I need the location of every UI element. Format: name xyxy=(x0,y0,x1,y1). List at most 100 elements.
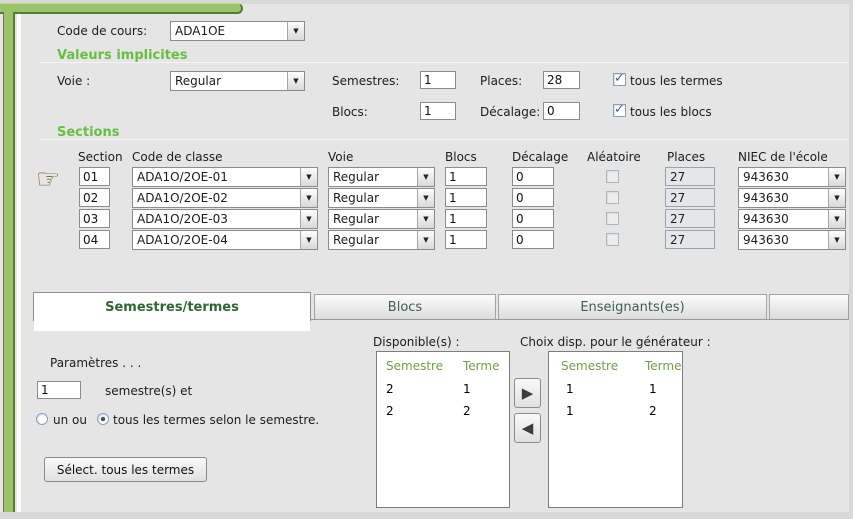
class-code-dropdown[interactable]: ADA1O/2OE-02▼ xyxy=(132,188,318,208)
row-aleatoire-checkbox[interactable] xyxy=(606,191,619,204)
tab-stub[interactable] xyxy=(769,294,849,319)
move-left-button[interactable]: ◀ xyxy=(514,413,541,443)
blocs-input[interactable] xyxy=(420,102,456,120)
list-item[interactable]: 2 xyxy=(386,404,394,418)
class-code-dropdown[interactable]: ADA1O/2OE-03▼ xyxy=(132,209,318,229)
row-aleatoire-checkbox[interactable] xyxy=(606,212,619,225)
chevron-down-icon[interactable]: ▼ xyxy=(300,210,317,228)
available-list[interactable]: Semestre Terme 2 1 2 2 xyxy=(376,351,510,508)
available-col-terme: Terme xyxy=(463,359,499,373)
chevron-down-icon[interactable]: ▼ xyxy=(287,72,304,90)
voie-value: Regular xyxy=(171,74,287,88)
row-blocs-input[interactable] xyxy=(445,188,487,207)
section-number-input[interactable] xyxy=(79,167,110,186)
current-row-pointer-icon: ☞ xyxy=(36,166,60,193)
chevron-down-icon[interactable]: ▼ xyxy=(417,189,434,207)
section-number-input[interactable] xyxy=(79,230,110,249)
row-decalage-input[interactable] xyxy=(512,230,554,249)
available-list-label: Disponible(s) : xyxy=(373,335,460,349)
list-item[interactable]: 2 xyxy=(649,404,657,418)
class-code-dropdown[interactable]: ADA1O/2OE-04▼ xyxy=(132,230,318,250)
col-header-section: Section xyxy=(78,150,123,164)
blocs-label: Blocs: xyxy=(332,105,368,119)
tab-blocs[interactable]: Blocs xyxy=(314,294,496,319)
row-aleatoire-checkbox[interactable] xyxy=(606,170,619,183)
tab-enseignants[interactable]: Enseignants(es) xyxy=(498,294,767,319)
radio-tous-les-termes[interactable] xyxy=(97,413,109,425)
row-voie-dropdown[interactable]: Regular▼ xyxy=(328,167,435,187)
list-item[interactable]: 1 xyxy=(649,382,657,396)
radio-un-ou-label[interactable]: un ou xyxy=(53,413,87,427)
col-header-code: Code de classe xyxy=(132,150,223,164)
col-header-places: Places xyxy=(667,150,705,164)
defaults-section-title: Valeurs implicites xyxy=(57,48,187,63)
select-all-terms-button[interactable]: Sélect. tous les termes xyxy=(44,457,207,482)
radio-un-ou[interactable] xyxy=(36,413,48,425)
tab-semestres-termes[interactable]: Semestres/termes xyxy=(33,292,311,321)
row-voie-dropdown[interactable]: Regular▼ xyxy=(328,230,435,250)
row-niec-dropdown[interactable]: 943630▼ xyxy=(738,188,846,208)
chevron-down-icon[interactable]: ▼ xyxy=(417,168,434,186)
class-code-value: ADA1O/2OE-03 xyxy=(133,212,300,226)
row-places-readonly: 27 xyxy=(665,230,715,249)
list-item[interactable]: 1 xyxy=(463,382,471,396)
chevron-down-icon[interactable]: ▼ xyxy=(828,168,845,186)
list-item[interactable]: 1 xyxy=(566,404,574,418)
tous-les-termes-label: tous les termes xyxy=(630,74,723,88)
chevron-down-icon[interactable]: ▼ xyxy=(300,231,317,249)
list-item[interactable]: 1 xyxy=(566,382,574,396)
panel-semestres-input[interactable] xyxy=(37,381,81,399)
tab-bar: Semestres/termes Blocs Enseignants(es) xyxy=(33,292,849,320)
row-voie-dropdown[interactable]: Regular▼ xyxy=(328,188,435,208)
chevron-down-icon[interactable]: ▼ xyxy=(287,22,304,40)
voie-dropdown[interactable]: Regular ▼ xyxy=(170,71,305,91)
course-code-dropdown[interactable]: ADA1OE ▼ xyxy=(170,21,305,41)
row-niec-dropdown[interactable]: 943630▼ xyxy=(738,167,846,187)
row-blocs-input[interactable] xyxy=(445,167,487,186)
row-decalage-input[interactable] xyxy=(512,167,554,186)
tous-les-termes-checkbox[interactable] xyxy=(613,73,626,86)
col-header-voie: Voie xyxy=(328,150,353,164)
chosen-col-terme: Terme xyxy=(645,359,681,373)
col-header-decalage: Décalage xyxy=(512,150,568,164)
defaults-divider xyxy=(40,62,849,63)
move-right-button[interactable]: ▶ xyxy=(514,378,541,408)
chevron-down-icon[interactable]: ▼ xyxy=(417,210,434,228)
col-header-aleatoire: Aléatoire xyxy=(587,150,641,164)
radio-tous-les-termes-label[interactable]: tous les termes selon le semestre. xyxy=(113,413,319,427)
voie-label: Voie : xyxy=(57,74,90,88)
row-niec-dropdown[interactable]: 943630▼ xyxy=(738,209,846,229)
chevron-down-icon[interactable]: ▼ xyxy=(828,189,845,207)
tous-les-blocs-checkbox[interactable] xyxy=(613,104,626,117)
places-input[interactable] xyxy=(543,71,580,89)
chevron-down-icon[interactable]: ▼ xyxy=(828,210,845,228)
semestres-input[interactable] xyxy=(420,71,456,89)
class-code-value: ADA1O/2OE-01 xyxy=(133,170,300,184)
chevron-down-icon[interactable]: ▼ xyxy=(300,189,317,207)
list-item[interactable]: 2 xyxy=(386,382,394,396)
section-number-input[interactable] xyxy=(79,188,110,207)
semestres-label: Semestres: xyxy=(332,74,399,88)
chevron-down-icon[interactable]: ▼ xyxy=(417,231,434,249)
row-niec-dropdown[interactable]: 943630▼ xyxy=(738,230,846,250)
row-voie-dropdown[interactable]: Regular▼ xyxy=(328,209,435,229)
chosen-list[interactable]: Semestre Terme 1 1 1 2 xyxy=(548,351,683,508)
chosen-list-label: Choix disp. pour le générateur : xyxy=(520,335,711,349)
frame-bottom-strip xyxy=(0,512,853,519)
decalage-input[interactable] xyxy=(543,102,580,120)
section-number-input[interactable] xyxy=(79,209,110,228)
chevron-down-icon[interactable]: ▼ xyxy=(300,168,317,186)
row-blocs-input[interactable] xyxy=(445,230,487,249)
class-code-dropdown[interactable]: ADA1O/2OE-01▼ xyxy=(132,167,318,187)
list-item[interactable]: 2 xyxy=(463,404,471,418)
row-niec-value: 943630 xyxy=(739,170,828,184)
row-places-readonly: 27 xyxy=(665,167,715,186)
chevron-down-icon[interactable]: ▼ xyxy=(828,231,845,249)
parametres-label: Paramètres . . . xyxy=(50,356,141,370)
row-blocs-input[interactable] xyxy=(445,209,487,228)
row-decalage-input[interactable] xyxy=(512,209,554,228)
course-code-label: Code de cours: xyxy=(57,24,147,38)
row-decalage-input[interactable] xyxy=(512,188,554,207)
row-aleatoire-checkbox[interactable] xyxy=(606,233,619,246)
frame-left-highlight xyxy=(17,14,21,513)
